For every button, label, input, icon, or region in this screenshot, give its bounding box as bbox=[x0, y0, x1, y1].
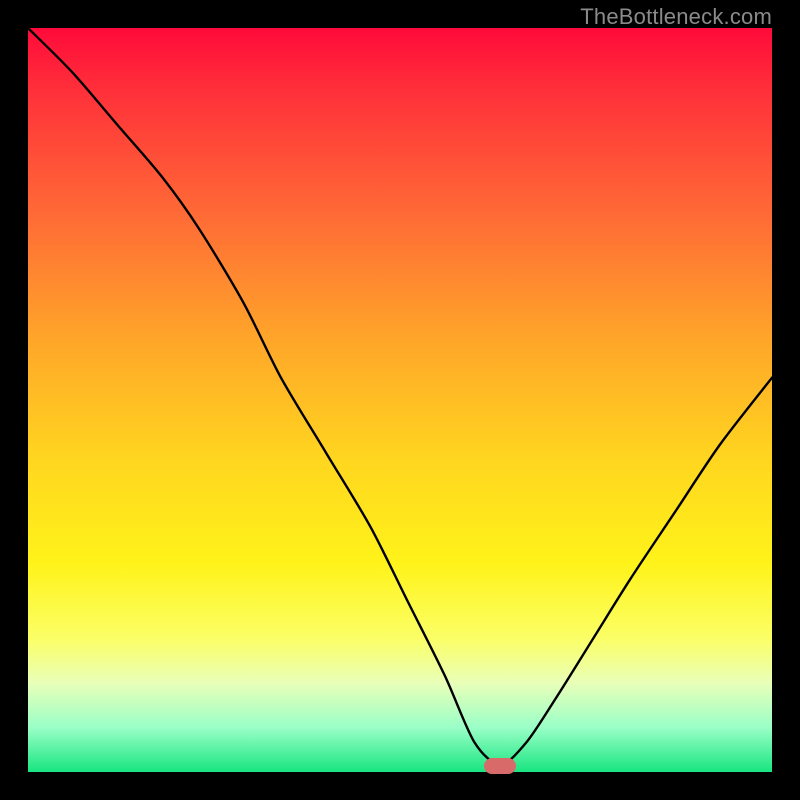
chart-frame: TheBottleneck.com bbox=[0, 0, 800, 800]
watermark-text: TheBottleneck.com bbox=[580, 4, 772, 30]
bottleneck-curve bbox=[28, 28, 772, 772]
chart-plot-area bbox=[28, 28, 772, 772]
optimal-marker bbox=[484, 758, 516, 774]
